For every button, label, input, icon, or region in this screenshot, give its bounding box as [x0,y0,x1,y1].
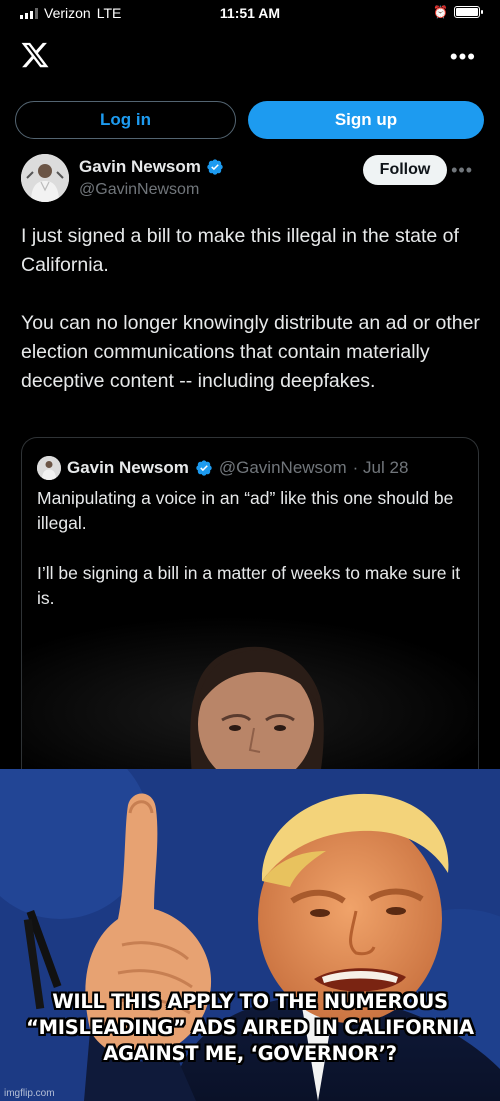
status-time: 11:51 AM [219,5,281,21]
imgflip-watermark: imgflip.com [4,1088,55,1099]
auth-buttons: Log in Sign up [15,101,485,139]
verified-badge-icon [196,460,212,476]
meme-caption: WILL THIS APPLY TO THE NUMEROUS “MISLEAD… [26,990,474,1065]
login-button[interactable]: Log in [15,101,236,139]
x-logo-icon[interactable] [20,40,50,70]
meme-image: WILL THIS APPLY TO THE NUMEROUS “MISLEAD… [0,769,500,1101]
follow-button[interactable]: Follow [363,155,447,185]
tweet-paragraph: You can no longer knowingly distribute a… [21,312,480,392]
tweet-paragraph: I just signed a bill to make this illega… [21,225,459,276]
quote-paragraph: Manipulating a voice in an “ad” like thi… [37,488,454,533]
status-bar: Verizon LTE 11:51 AM ⏰ [0,0,500,28]
tweet-text: I just signed a bill to make this illega… [21,222,481,396]
quote-text: Manipulating a voice in an “ad” like thi… [37,486,467,611]
battery-icon [454,6,483,18]
quote-paragraph: I’ll be signing a bill in a matter of we… [37,563,461,608]
avatar-image [21,154,69,202]
quote-avatar-image [37,456,61,480]
alarm-icon: ⏰ [433,5,448,19]
quote-author-name: Gavin Newsom [67,458,189,477]
avatar[interactable] [21,154,69,202]
quote-media-photo [22,616,478,777]
quote-avatar [37,456,61,480]
author-name[interactable]: Gavin Newsom [79,157,224,177]
author-handle[interactable]: @GavinNewsom [79,181,199,199]
verified-badge-icon [207,159,223,175]
quote-date: · Jul 28 [352,458,409,477]
tweet-more-icon[interactable]: ••• [451,160,473,181]
quote-author-handle: @GavinNewsom [218,458,347,477]
quote-media-image[interactable] [22,616,478,777]
more-horizontal-icon[interactable]: ••• [450,44,476,70]
signup-button[interactable]: Sign up [248,101,484,139]
quoted-tweet[interactable]: Gavin Newsom @GavinNewsom · Jul 28 Manip… [21,437,479,777]
